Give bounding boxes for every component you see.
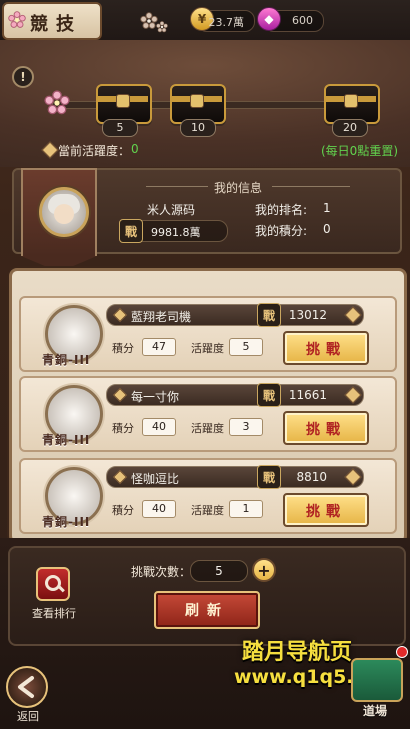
power-icon: 戰: [257, 465, 281, 489]
player-name: 米人源码: [147, 203, 196, 217]
back-label: 返回: [17, 710, 39, 723]
dojo-button[interactable]: 道場: [345, 648, 405, 726]
sakura-flower-icon: [44, 90, 70, 116]
opponent-score-label: 積分: [112, 342, 134, 355]
gem-icon: ◆: [257, 7, 281, 31]
milestone-10: 10: [180, 119, 216, 137]
reward-chest-10[interactable]: [166, 76, 226, 124]
opponent-score-label: 積分: [112, 504, 134, 517]
arena-screen: 競技 ¥ 23.7萬 ◆ 600 ! 5 10 20 當前活躍度： 0 (每日0…: [0, 0, 410, 729]
diamond-bullet-icon: [112, 387, 128, 403]
activity-reset-note: (每日0點重置): [321, 144, 398, 158]
challenge-button-label: 挑戰: [306, 504, 346, 520]
rank-value: 1: [323, 201, 331, 215]
divider: [272, 186, 350, 187]
watermark-line-1: 踏月导航页: [242, 640, 353, 665]
rank-badge: 青銅-III: [42, 353, 91, 367]
opponent-score: 40: [142, 500, 176, 518]
opponent-namebar: 藍翔老司機 戰 13012: [106, 303, 364, 327]
attempts-value: 5: [215, 564, 223, 578]
info-icon[interactable]: !: [12, 66, 34, 88]
attempts-box: 5: [190, 560, 248, 582]
diamond-cap-icon: [344, 468, 362, 486]
power-icon: 戰: [119, 219, 143, 243]
gold-resource: ¥ 23.7萬: [190, 7, 255, 32]
sakura-flower-icon: [156, 18, 168, 33]
opponent-namebar: 怪咖逗比 戰 8810: [106, 465, 364, 489]
player-power: 戰 9981.8萬: [119, 219, 228, 243]
plus-icon: +: [257, 560, 271, 580]
opponent-activity-label: 活躍度: [191, 504, 224, 517]
opponent-name: 藍翔老司機: [131, 310, 192, 324]
rank-badge: 青銅-III: [42, 515, 91, 529]
opponent-name: 每一寸你: [131, 390, 180, 404]
rank-label: 我的排名:: [255, 203, 308, 217]
score-value: 0: [323, 222, 331, 236]
top-bar: 競技 ¥ 23.7萬 ◆ 600: [0, 0, 410, 41]
diamond-bullet-icon: [41, 141, 59, 159]
my-info-heading: 我的信息: [214, 181, 263, 195]
back-button[interactable]: 返回: [6, 666, 48, 726]
title-plate: 競技: [2, 2, 102, 40]
back-arrow-icon: [6, 666, 48, 708]
player-avatar[interactable]: [39, 187, 89, 237]
rank-badge: 青銅-III: [42, 433, 91, 447]
challenge-button[interactable]: 挑戰: [283, 411, 369, 445]
power-icon: 戰: [257, 303, 281, 327]
leaderboard-label: 查看排行: [32, 607, 76, 620]
magnifier-icon: [36, 567, 70, 601]
activity-row: 當前活躍度： 0 (每日0點重置): [0, 140, 410, 160]
challenge-button-label: 挑戰: [306, 342, 346, 358]
challenge-button[interactable]: 挑戰: [283, 493, 369, 527]
reward-chest-5[interactable]: [92, 76, 152, 124]
gold-amount: 23.7萬: [208, 16, 245, 29]
challenge-button[interactable]: 挑戰: [283, 331, 369, 365]
milestone-20: 20: [332, 119, 368, 137]
diamond-cap-icon: [344, 306, 362, 324]
opponent-power: 13012: [288, 308, 327, 322]
player-power-value: 9981.8萬: [151, 226, 201, 239]
opponent-namebar: 每一寸你 戰 11661: [106, 383, 364, 407]
activity-value: 0: [131, 142, 139, 156]
opponent-score: 40: [142, 418, 176, 436]
opponent-score: 47: [142, 338, 176, 356]
opponent-activity: 3: [229, 418, 263, 436]
gem-amount: 600: [292, 14, 313, 27]
refresh-button[interactable]: 刷新: [154, 591, 260, 629]
activity-label: 當前活躍度：: [58, 144, 131, 158]
opponent-score-label: 積分: [112, 422, 134, 435]
opponent-name: 怪咖逗比: [131, 472, 180, 486]
diamond-bullet-icon: [112, 307, 128, 323]
add-attempts-button[interactable]: +: [252, 558, 276, 582]
opponent-activity-label: 活躍度: [191, 342, 224, 355]
opponent-activity: 1: [229, 500, 263, 518]
power-icon: 戰: [257, 383, 281, 407]
opponent-activity: 5: [229, 338, 263, 356]
opponent-power: 8810: [296, 470, 327, 484]
dojo-label: 道場: [362, 704, 387, 718]
opponent-activity-label: 活躍度: [191, 422, 224, 435]
gem-resource: ◆ 600: [257, 7, 324, 32]
milestone-5: 5: [102, 119, 138, 137]
attempts-label: 挑戰次數：: [131, 565, 192, 579]
diamond-cap-icon: [344, 386, 362, 404]
dojo-building-icon: [351, 658, 403, 702]
notification-dot: [396, 646, 408, 658]
leaderboard-button[interactable]: 查看排行: [26, 567, 76, 627]
page-title: 競技: [30, 14, 82, 35]
reward-chest-20[interactable]: [320, 76, 380, 124]
diamond-bullet-icon: [112, 469, 128, 485]
refresh-button-label: 刷新: [185, 603, 229, 619]
score-label: 我的積分:: [255, 224, 308, 238]
divider: [146, 186, 208, 187]
sakura-flower-icon: [8, 11, 26, 29]
opponent-power: 11661: [288, 388, 327, 402]
challenge-button-label: 挑戰: [306, 422, 346, 438]
